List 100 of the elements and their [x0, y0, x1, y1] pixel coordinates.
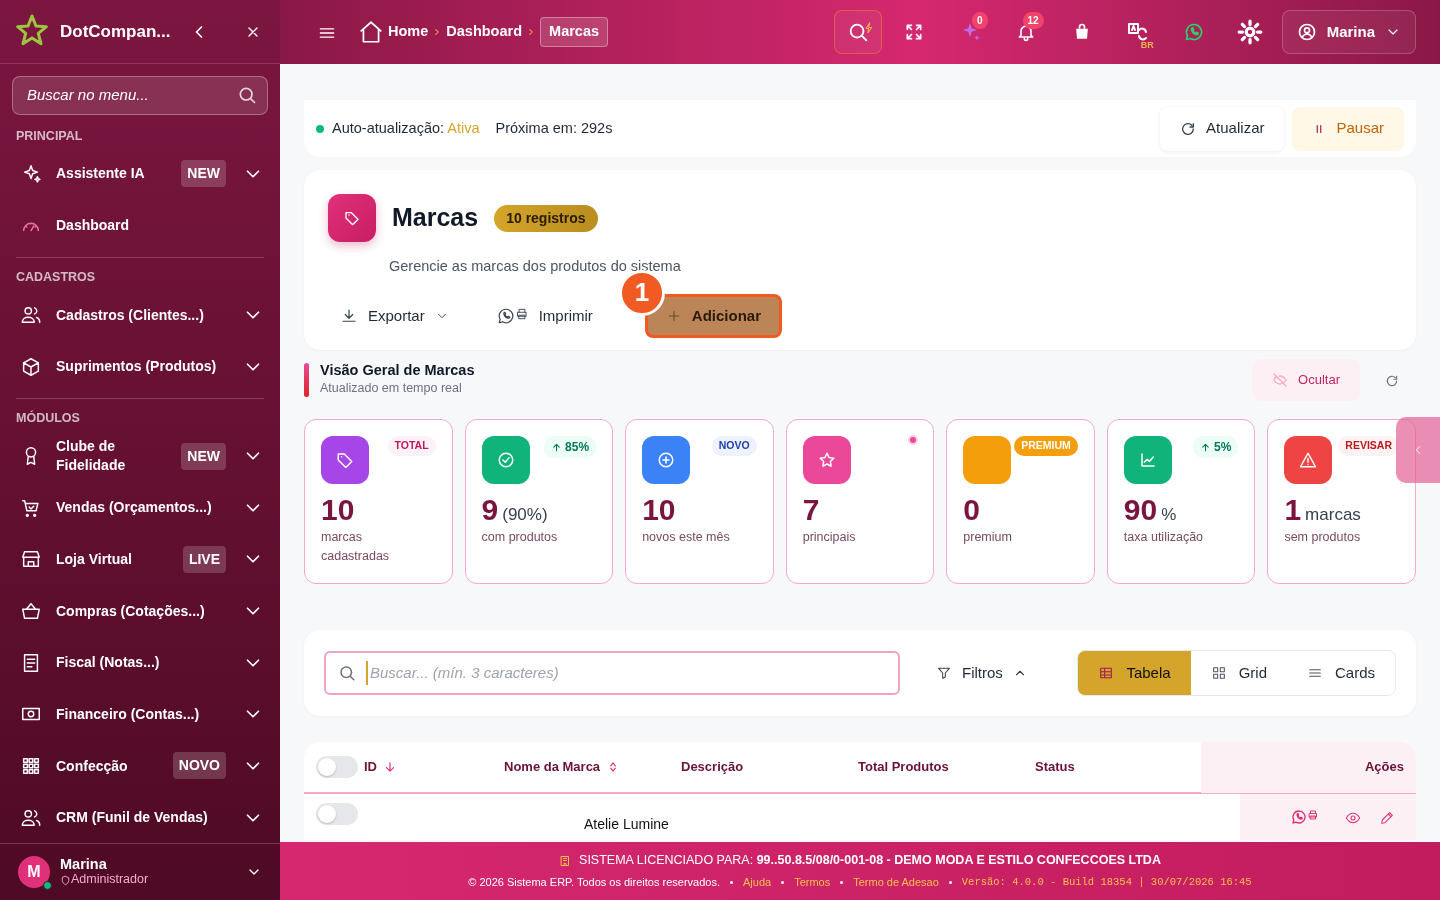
menu-item[interactable]: Vendas (Orçamentos...) — [20, 496, 226, 519]
pencil-icon — [1379, 809, 1395, 826]
refresh-icon — [1385, 373, 1399, 388]
hide-button[interactable]: Ocultar — [1252, 359, 1360, 401]
eye-off-icon — [1272, 372, 1289, 388]
next-refresh-time: Próxima em: 292s — [495, 118, 613, 138]
section-title: PRINCIPAL — [15, 128, 84, 146]
refresh-icon — [1180, 120, 1197, 137]
search-button[interactable] — [833, 10, 882, 54]
pause-button[interactable]: Pausar — [1292, 106, 1404, 151]
menu-badge: NOVO — [172, 752, 226, 780]
stat-value: 1 marcas — [1284, 492, 1362, 528]
menu-item[interactable]: Suprimentos (Produtos) — [20, 355, 226, 378]
stat-badge: TOTAL — [387, 436, 436, 456]
menu-item[interactable]: CRM (Funil de Vendas) — [20, 806, 226, 829]
column-header[interactable]: Nome da Marca — [504, 757, 601, 777]
section-title: Visão Geral de Marcas — [320, 361, 475, 380]
license-text: SISTEMA LICENCIADO PARA: 99..50.8.5/08/0-001-08 - DEMO MODA E ESTILO CONFECCOES LTDA — [579, 852, 1161, 870]
stat-badge: PREMIUM — [1014, 436, 1078, 456]
section-subtitle: Atualizado em tempo real — [320, 380, 463, 398]
stat-label: premium — [963, 529, 1013, 546]
menu-item[interactable]: Assistente IA — [20, 162, 174, 185]
stat-badge: NOVO — [711, 436, 757, 456]
ai-button[interactable]: 0 — [945, 10, 994, 54]
view-toggle[interactable]: Tabela — [1078, 651, 1191, 695]
stat-value: 7 — [802, 492, 821, 528]
chart-icon — [1138, 451, 1157, 469]
row-toggle[interactable] — [316, 803, 358, 825]
menu-item[interactable]: Confecção — [20, 754, 165, 777]
trend-badge: 5% — [1193, 436, 1239, 458]
page-title: Marcas — [392, 202, 479, 234]
stat-label: sem produtos — [1284, 529, 1362, 546]
menu-badge: NEW — [181, 442, 226, 470]
sort-down-icon — [383, 760, 397, 774]
search-box[interactable]: Buscar... (mín. 3 caracteres) — [324, 651, 900, 695]
column-header[interactable]: Descrição — [681, 757, 744, 777]
stat-value: 9(90%) — [481, 492, 549, 528]
select-all-toggle[interactable] — [316, 756, 358, 778]
stat-label: novos este mês — [642, 529, 731, 546]
breadcrumb-link[interactable]: Home — [388, 21, 429, 43]
stat-label: com produtos — [481, 529, 559, 546]
chat-bubble-icon — [1183, 22, 1204, 42]
menu-item[interactable]: Loja Virtual — [20, 548, 175, 571]
star-icon — [817, 451, 836, 469]
notifications-button[interactable]: 12 — [1001, 10, 1050, 54]
stat-label: taxa utilização — [1123, 529, 1205, 546]
user-avatar: M — [18, 856, 50, 889]
user-name: Marina — [60, 857, 108, 874]
column-header[interactable]: Total Produtos — [858, 757, 949, 777]
count-badge: 0 — [972, 12, 988, 29]
trend-badge: 85% — [544, 436, 597, 458]
tag-icon — [336, 451, 354, 469]
menu-item[interactable]: Clube de Fidelidade — [20, 437, 174, 475]
menu-search-box[interactable]: Buscar no menu... — [12, 75, 268, 116]
breadcrumb-link[interactable]: Dashboard — [446, 21, 523, 43]
grid-icon — [1210, 665, 1227, 681]
stat-value: 10 — [642, 492, 677, 528]
brand-name: DotCompan... — [60, 20, 172, 43]
column-header[interactable]: ID — [364, 757, 377, 777]
count-badge: 12 — [1022, 12, 1044, 29]
section-title: CADASTROS — [15, 269, 97, 287]
language-code: BR — [1140, 38, 1154, 52]
arrow-up-icon — [551, 441, 563, 453]
box-icon — [20, 355, 42, 378]
user-menu-button[interactable]: Marina — [1281, 10, 1416, 54]
breadcrumb-link[interactable]: Marcas — [540, 17, 609, 47]
search-icon — [338, 664, 356, 682]
menu-item[interactable]: Fiscal (Notas...) — [20, 651, 226, 674]
stat-label: principais — [802, 529, 857, 546]
column-header[interactable]: Ações — [1364, 757, 1404, 777]
menu-item[interactable]: Cadastros (Clientes...) — [20, 303, 226, 326]
stat-value: 10 — [321, 492, 356, 528]
menu-item[interactable]: Compras (Cotações...) — [20, 600, 226, 622]
menu-badge: NEW — [181, 160, 226, 188]
status-dot — [908, 435, 919, 445]
print-button[interactable]: Imprimir — [484, 298, 605, 333]
basket-icon — [20, 600, 42, 622]
chat-bubble-icon — [496, 306, 515, 325]
table-icon — [1098, 665, 1115, 681]
building-icon — [559, 854, 572, 867]
share-button[interactable] — [1290, 808, 1320, 826]
menu-search-field[interactable]: Buscar no menu... — [25, 83, 237, 108]
menu-item[interactable]: Financeiro (Contas...) — [20, 703, 226, 726]
filter-icon — [936, 665, 952, 681]
menu-badge: LIVE — [182, 545, 226, 573]
column-header[interactable]: Status — [1035, 757, 1075, 777]
user-icon — [1296, 22, 1317, 42]
export-button[interactable]: Exportar — [328, 298, 461, 333]
filters-button[interactable]: Filtros — [930, 660, 1033, 686]
chat-bubble-icon — [1291, 809, 1307, 825]
user-role: Administrador — [71, 873, 149, 888]
copyright-text: © 2026 Sistema ERP. Todos os direitos reservados. — [468, 875, 720, 891]
home-icon — [358, 19, 384, 45]
stat-label: marcas cadastradas — [321, 529, 391, 565]
version-text: Versão: 4.0.0 - Build 18354 | 30/07/2026 16:45 — [961, 874, 1252, 890]
refresh-button[interactable]: Atualizar — [1160, 106, 1285, 151]
search-icon — [237, 85, 257, 106]
printer-icon — [514, 306, 529, 321]
menu-item[interactable]: Dashboard — [20, 214, 264, 237]
settings-icon — [1236, 19, 1263, 45]
